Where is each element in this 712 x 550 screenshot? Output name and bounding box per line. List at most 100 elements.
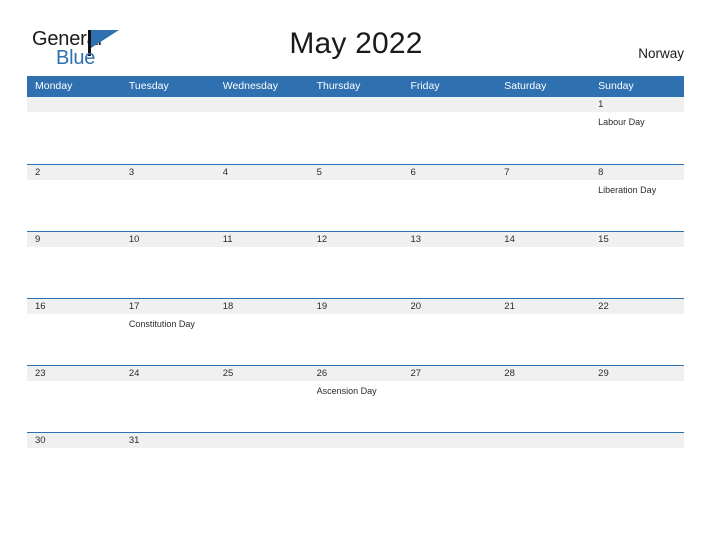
day-event-list: Liberation Day [590, 180, 684, 196]
calendar-week-row: 9 10 11 12 13 14 15 [27, 231, 685, 298]
weekday-monday: Monday [35, 80, 73, 92]
page-header: General Blue May 2022 Norway [0, 0, 712, 76]
calendar-day-cell[interactable]: 27 [402, 366, 497, 432]
holiday-event: Liberation Day [598, 185, 657, 195]
day-number: 1 [590, 97, 685, 112]
weekday-thursday: Thursday [316, 80, 361, 92]
day-number: 16 [27, 299, 121, 314]
calendar-day-cell-empty [214, 97, 309, 164]
day-number: 30 [27, 433, 121, 448]
day-number: 15 [590, 232, 685, 247]
calendar-day-cell[interactable]: 17 Constitution Day [120, 299, 215, 365]
day-event-list: Labour Day [590, 112, 684, 128]
calendar-day-cell[interactable]: 8 Liberation Day [590, 165, 685, 231]
day-number: 22 [590, 299, 685, 314]
day-event-list: Ascension Day [309, 381, 403, 397]
day-number [402, 97, 497, 112]
day-number: 25 [214, 366, 309, 381]
day-number [120, 97, 215, 112]
calendar-day-cell[interactable]: 2 [27, 165, 121, 231]
calendar-day-cell[interactable]: 16 [27, 299, 121, 365]
holiday-event: Ascension Day [316, 386, 377, 396]
calendar-day-cell[interactable]: 28 [496, 366, 591, 432]
calendar-day-cell[interactable]: 6 [402, 165, 497, 231]
day-number: 20 [402, 299, 497, 314]
calendar-week-row: 23 24 25 26 Ascension Day 27 28 29 [27, 365, 685, 432]
day-number: 7 [496, 165, 591, 180]
calendar-day-cell-empty [120, 97, 215, 164]
day-number: 10 [120, 232, 215, 247]
day-number: 28 [496, 366, 591, 381]
calendar-page: General Blue May 2022 Norway Monday Tues… [0, 0, 712, 550]
calendar-day-cell[interactable]: 31 [120, 433, 215, 456]
holiday-event: Labour Day [598, 117, 645, 127]
calendar-day-cell[interactable]: 24 [120, 366, 215, 432]
day-number: 2 [27, 165, 121, 180]
calendar-week-row: 1 Labour Day [27, 97, 685, 164]
day-number: 11 [214, 232, 309, 247]
calendar-day-cell[interactable]: 30 [27, 433, 121, 456]
page-title: May 2022 [289, 27, 423, 60]
calendar-day-cell[interactable]: 12 [308, 232, 403, 298]
day-number: 13 [402, 232, 497, 247]
calendar-day-cell-empty [402, 433, 497, 456]
day-number: 29 [590, 366, 685, 381]
calendar-day-cell[interactable]: 1 Labour Day [590, 97, 685, 164]
holiday-event: Constitution Day [128, 319, 195, 329]
day-number: 5 [308, 165, 403, 180]
day-number [214, 433, 309, 448]
calendar-week-row: 16 17 Constitution Day 18 19 20 21 22 [27, 298, 685, 365]
day-number: 14 [496, 232, 591, 247]
calendar-day-cell[interactable]: 10 [120, 232, 215, 298]
day-number [590, 433, 685, 448]
calendar-day-cell[interactable]: 15 [590, 232, 685, 298]
region-label: Norway [638, 46, 684, 61]
weekday-sunday: Sunday [598, 80, 634, 92]
calendar-day-cell[interactable]: 22 [590, 299, 685, 365]
calendar-week-row: 30 31 [27, 432, 685, 456]
calendar-day-cell[interactable]: 19 [308, 299, 403, 365]
day-number [496, 97, 591, 112]
calendar-day-cell[interactable]: 9 [27, 232, 121, 298]
calendar-day-cell[interactable]: 11 [214, 232, 309, 298]
day-number [308, 97, 403, 112]
weekday-header-row: Monday Tuesday Wednesday Thursday Friday… [27, 76, 684, 97]
day-number: 4 [214, 165, 309, 180]
day-number: 26 [308, 366, 403, 381]
calendar-day-cell[interactable]: 18 [214, 299, 309, 365]
calendar-day-cell-empty [214, 433, 309, 456]
calendar-day-cell-empty [402, 97, 497, 164]
calendar-day-cell-empty [308, 433, 403, 456]
day-event-list: Constitution Day [121, 314, 215, 330]
day-number: 18 [214, 299, 309, 314]
calendar-day-cell[interactable]: 29 [590, 366, 685, 432]
weekday-wednesday: Wednesday [222, 80, 278, 92]
day-number: 19 [308, 299, 403, 314]
calendar-day-cell[interactable]: 20 [402, 299, 497, 365]
day-number: 12 [308, 232, 403, 247]
calendar-day-cell-empty [590, 433, 685, 456]
calendar-day-cell[interactable]: 4 [214, 165, 309, 231]
day-number: 27 [402, 366, 497, 381]
day-number: 8 [590, 165, 685, 180]
calendar-day-cell[interactable]: 23 [27, 366, 121, 432]
weekday-saturday: Saturday [504, 80, 547, 92]
calendar-day-cell-empty [27, 97, 121, 164]
calendar-weeks: 1 Labour Day 2 3 4 5 6 7 8 Liberation Day 9 10 11 12 1… [27, 97, 685, 456]
day-number: 17 [120, 299, 215, 314]
day-number: 9 [27, 232, 121, 247]
calendar-day-cell[interactable]: 26 Ascension Day [308, 366, 403, 432]
calendar-week-row: 2 3 4 5 6 7 8 Liberation Day [27, 164, 685, 231]
day-number [496, 433, 591, 448]
day-number: 23 [27, 366, 121, 381]
calendar-day-cell[interactable]: 25 [214, 366, 309, 432]
calendar-day-cell[interactable]: 14 [496, 232, 591, 298]
day-number: 31 [120, 433, 215, 448]
calendar-grid: Monday Tuesday Wednesday Thursday Friday… [27, 76, 685, 456]
calendar-day-cell[interactable]: 13 [402, 232, 497, 298]
calendar-day-cell-empty [308, 97, 403, 164]
calendar-day-cell[interactable]: 5 [308, 165, 403, 231]
calendar-day-cell[interactable]: 3 [120, 165, 215, 231]
calendar-day-cell[interactable]: 21 [496, 299, 591, 365]
calendar-day-cell[interactable]: 7 [496, 165, 591, 231]
